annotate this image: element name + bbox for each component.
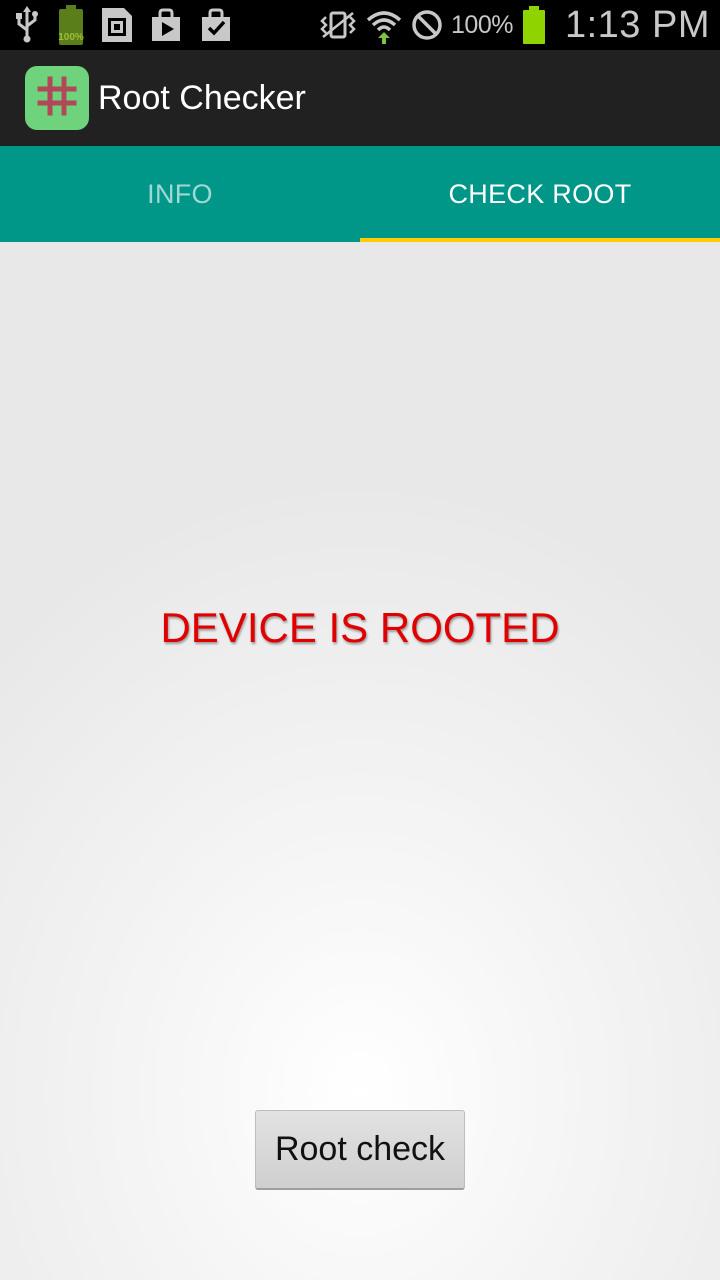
small-battery-label: 100% bbox=[58, 32, 84, 43]
tab-info[interactable]: INFO bbox=[0, 146, 360, 242]
status-bar: 100% 100% 1:13 PM bbox=[0, 0, 720, 50]
battery-percent: 100% bbox=[451, 10, 513, 39]
task-done-icon bbox=[198, 7, 234, 43]
battery-full-icon: 100% bbox=[56, 3, 86, 47]
root-check-button[interactable]: Root check bbox=[255, 1110, 465, 1190]
action-bar: Root Checker bbox=[0, 50, 720, 146]
check-root-panel: DEVICE IS ROOTED Root check bbox=[0, 242, 720, 1280]
sd-card-icon bbox=[100, 6, 134, 44]
status-bar-left: 100% bbox=[12, 0, 234, 50]
status-bar-right: 100% 1:13 PM bbox=[319, 0, 710, 50]
play-store-icon bbox=[148, 7, 184, 43]
tab-bar: INFO CHECK ROOT bbox=[0, 146, 720, 242]
clock: 1:13 PM bbox=[564, 3, 710, 46]
battery-icon bbox=[521, 5, 547, 45]
tab-check-root[interactable]: CHECK ROOT bbox=[360, 146, 720, 242]
vibrate-icon bbox=[319, 10, 357, 40]
hash-icon bbox=[35, 74, 79, 123]
wifi-icon bbox=[365, 6, 403, 44]
app-title: Root Checker bbox=[98, 79, 306, 117]
blocked-icon bbox=[411, 9, 443, 41]
root-status-text: DEVICE IS ROOTED bbox=[160, 604, 560, 651]
usb-icon bbox=[12, 6, 42, 44]
app-icon[interactable] bbox=[25, 66, 89, 130]
